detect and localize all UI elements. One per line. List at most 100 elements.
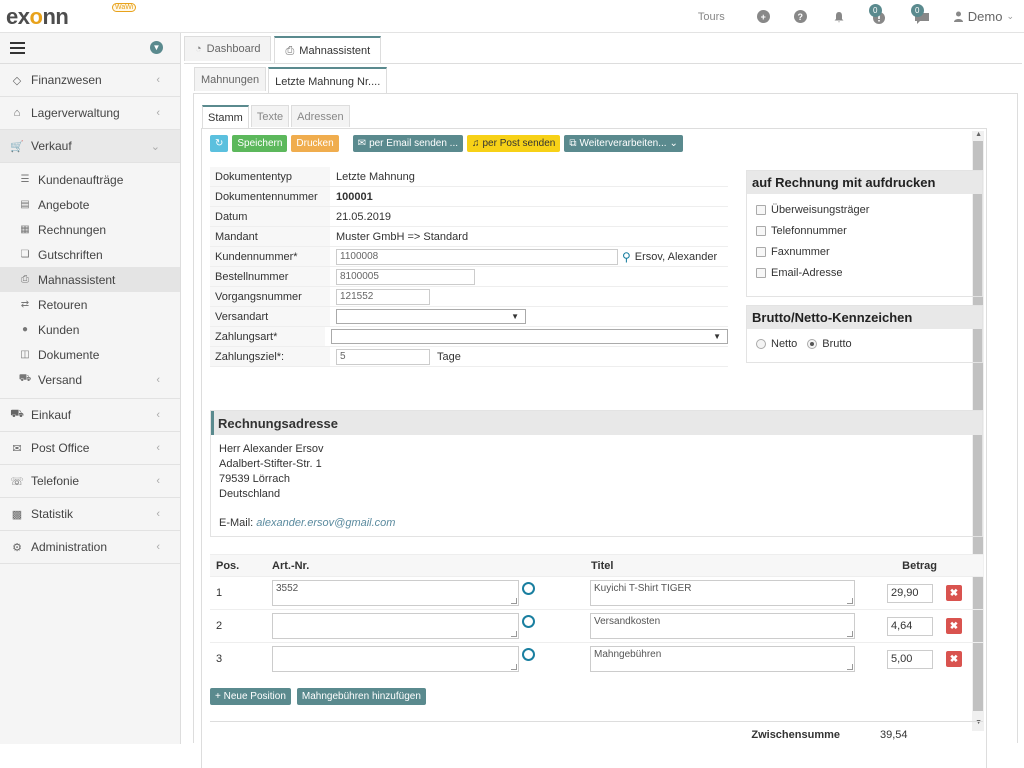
add-fee-button[interactable]: Mahngebühren hinzufügen [296,688,426,705]
tab-letzte-mahnung[interactable]: Letzte Mahnung Nr.... [268,67,388,94]
hamburger-icon[interactable] [10,42,25,54]
delete-icon[interactable]: ✖ [946,618,962,634]
subtotal-label: Zwischensumme [751,728,840,741]
help-icon[interactable]: ? [793,10,807,23]
titel-input[interactable]: Kuyichi T-Shirt TIGER [590,580,855,606]
user-icon: ● [21,324,29,335]
print-button[interactable]: Drucken [291,135,339,152]
form-row: Versandart ▼ [210,307,728,327]
plus-icon[interactable]: + [756,10,770,23]
artnr-input[interactable]: 3552 [272,580,519,606]
sidebar-item-einkauf[interactable]: ⛟ Einkauf ‹ [0,399,180,432]
inner-tabs: Stamm Texte Adressen [202,105,352,129]
add-position-button[interactable]: + Neue Position [210,688,291,705]
sidebar-item-post-office[interactable]: ✉ Post Office ‹ [0,432,180,465]
tab-dashboard[interactable]: ◔ Dashboard [184,36,272,61]
search-icon[interactable]: ⚲ [622,250,631,264]
tab-adressen[interactable]: Adressen [291,105,350,127]
send-email-button[interactable]: ✉ per Email senden ... [352,135,463,152]
versandart-select[interactable]: ▼ [336,309,526,324]
sidebar-subitem-gutschriften[interactable]: ❏ Gutschriften [0,242,180,267]
tab-mahnungen[interactable]: Mahnungen [194,67,267,91]
sidebar-subitem-rechnungen[interactable]: ▦ Rechnungen [0,217,180,242]
zahlungsart-select[interactable]: ▼ [331,329,728,344]
delete-icon[interactable]: ✖ [946,651,962,667]
sidebar-item-lagerverwaltung[interactable]: ⌂ Lagerverwaltung ‹ [0,97,180,130]
billing-address-title: Rechnungsadresse [211,411,982,435]
checkbox[interactable] [756,246,766,257]
chevron-left-icon: ‹ [156,409,160,421]
send-post-button[interactable]: ♫ per Post senden [467,135,561,152]
print-option[interactable]: Telefonnummer [747,220,982,241]
sidebar-item-administration[interactable]: ⚙ Administration ‹ [0,531,180,564]
sidebar-subitem-dokumente[interactable]: ◫ Dokumente [0,342,180,367]
sidebar-subitem-kunden[interactable]: ● Kunden [0,317,180,342]
tab-texte[interactable]: Texte [250,105,290,127]
sidebar-subitem-kundenauftraege[interactable]: ☰ Kundenaufträge [0,167,180,192]
betrag-input[interactable]: 29,90 [887,583,933,603]
app-logo[interactable]: exonn [6,4,69,30]
alerts-icon[interactable]: 0 [868,3,887,26]
col-betrag: Betrag [902,559,937,572]
form-row: Bestellnummer 8100005 [210,267,728,287]
address-line: Deutschland [219,488,281,500]
form-row: Mandant Muster GmbH => Standard [210,227,728,247]
weiterverarbeiten-button[interactable]: ⧉ Weiterverarbeiten... ⌄ [564,135,683,152]
tours-link[interactable]: Tours [698,11,725,23]
brutto-radio[interactable] [807,339,818,349]
checkbox[interactable] [756,204,766,215]
button-label: Weiterverarbeiten... [579,138,667,149]
kundennummer-input[interactable]: 1100008 [336,248,618,265]
sidebar-item-label: Statistik [31,507,74,521]
scroll-up-icon[interactable]: ▲ [975,131,982,138]
betrag-input[interactable]: 4,64 [887,616,933,636]
artnr-input[interactable] [272,646,519,672]
zahlungsziel-input[interactable]: 5 [336,348,430,365]
col-titel: Titel [591,559,614,572]
tab-mahnassistent[interactable]: ⎙ Mahnassistent [274,36,382,64]
sidebar-header: ▼ [0,33,180,64]
sidebar-item-finanzwesen[interactable]: ◇ Finanzwesen ‹ [0,64,180,97]
email-link[interactable]: alexander.ersov@gmail.com [256,517,395,529]
sidebar-item-statistik[interactable]: ▩ Statistik ‹ [0,498,180,531]
search-icon[interactable] [522,614,535,628]
messages-icon[interactable]: 0 [910,3,929,26]
print-option[interactable]: Überweisungsträger [747,199,982,220]
checkbox[interactable] [756,225,766,236]
download-icon[interactable]: ▼ [150,41,163,54]
headset-icon: ☏ [10,475,24,488]
search-icon[interactable] [522,581,535,595]
bell-icon[interactable] [833,11,845,23]
option-label: Email-Adresse [771,266,843,279]
chevron-left-icon: ‹ [156,508,160,520]
delete-icon[interactable]: ✖ [946,585,962,601]
checkbox[interactable] [756,267,766,278]
sidebar-item-telefonie[interactable]: ☏ Telefonie ‹ [0,465,180,498]
sidebar-item-label: Post Office [31,441,90,455]
sidebar-item-label: Verkauf [31,139,72,153]
tab-stamm[interactable]: Stamm [202,105,249,129]
artnr-input[interactable] [272,613,519,639]
user-menu[interactable]: Demo ⌄ [953,9,1014,24]
titel-input[interactable]: Mahngebühren [590,646,855,672]
sidebar-subitem-angebote[interactable]: ▤ Angebote [0,192,180,217]
titel-input[interactable]: Versandkosten [590,613,855,639]
print-option[interactable]: Faxnummer [747,241,982,262]
chevron-left-icon: ‹ [156,442,160,454]
table-row: 2 Versandkosten 4,64 ✖ [210,609,983,642]
user-icon [953,11,963,22]
print-option[interactable]: Email-Adresse [747,262,982,283]
betrag-input[interactable]: 5,00 [887,649,933,669]
search-icon[interactable] [522,647,535,661]
save-button[interactable]: Speichern [232,135,288,152]
sidebar-item-verkauf[interactable]: 🛒 Verkauf ⌄ [0,130,180,163]
refresh-button[interactable]: ↻ [210,135,229,152]
table-row: 1 3552 Kuyichi T-Shirt TIGER 29,90 ✖ [210,576,983,609]
sidebar-subitem-versand[interactable]: ⛟ Versand ‹ [0,367,180,392]
vorgangsnummer-input[interactable]: 121552 [336,288,430,305]
bestellnummer-input[interactable]: 8100005 [336,268,475,285]
netto-radio[interactable] [756,339,766,349]
print-icon: ⎙ [21,274,29,285]
sidebar-subitem-retouren[interactable]: ⇄ Retouren [0,292,180,317]
sidebar-subitem-mahnassistent[interactable]: ⎙ Mahnassistent [0,267,180,292]
